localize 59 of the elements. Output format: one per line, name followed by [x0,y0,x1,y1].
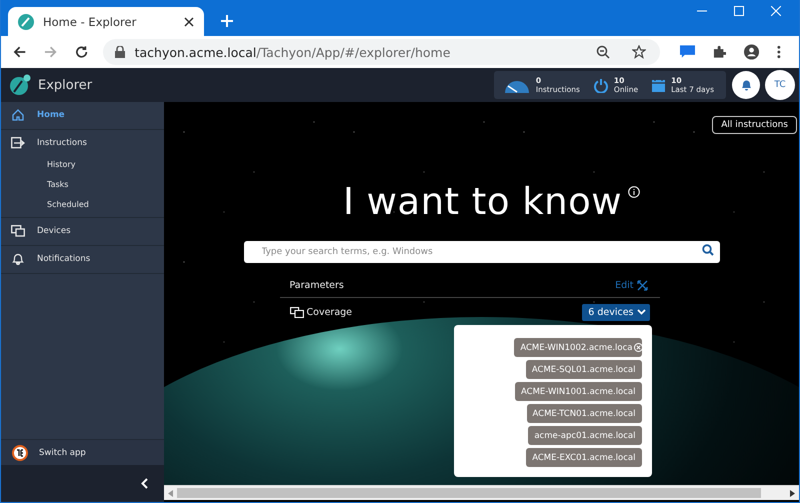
all-instructions-button[interactable]: All instructions [712,116,797,134]
user-avatar[interactable]: TC [765,70,795,100]
collapse-icon[interactable] [141,478,148,489]
sidebar-item[interactable]: Instructions [1,130,164,155]
notifications-button[interactable] [732,71,760,99]
search-icon[interactable] [702,244,714,256]
reload-icon[interactable] [75,45,89,59]
parameters-label: Parameters [290,280,344,290]
edit-link[interactable]: Edit [615,280,634,290]
device-chip[interactable]: ACME-TCN01.acme.local [526,404,642,423]
devices-dropdown[interactable]: 6 devices [582,304,650,320]
app-title: Explorer [38,78,92,92]
devices-icon [11,224,25,236]
switch-app-item[interactable]: Switch app [1,439,164,465]
remove-icon[interactable] [634,343,642,352]
horizontal-scrollbar[interactable] [164,485,799,500]
device-chip[interactable]: ACME-WIN1001.acme.local [514,382,642,401]
chat-icon[interactable] [680,45,695,59]
puzzle-icon[interactable] [712,45,726,59]
profile-icon[interactable] [744,44,760,60]
device-chip[interactable]: ACME-EXC01.acme.local [526,448,642,467]
search-field[interactable]: Type your search terms, e.g. Windows [244,241,720,263]
url-text: tachyon.acme.local/Tachyon/App/#/explorer/home [134,44,450,60]
sidebar-item[interactable]: Devices [1,218,164,243]
device-chip[interactable]: acme-apc01.acme.local [528,426,642,445]
scroll-right-icon[interactable] [790,490,795,496]
sidebar-item[interactable]: Home [1,102,164,127]
info-icon[interactable] [628,186,640,198]
logo-icon [9,74,31,96]
new-tab-icon[interactable] [221,15,233,27]
logo-icon [18,14,34,30]
lock-icon [114,46,125,58]
home-icon [11,108,25,120]
browser-tab[interactable]: Home - Explorer [8,7,204,36]
power-icon [594,78,608,92]
bell-icon [740,79,752,91]
star-icon[interactable] [632,45,646,59]
device-chip[interactable]: ACME-WIN1002.acme.loca [514,338,642,357]
calendar-icon [652,78,666,92]
sidebar-item[interactable]: Notifications [1,246,164,271]
zoom-out-icon[interactable] [596,45,610,59]
bell-icon [11,252,25,264]
close-icon[interactable] [184,16,194,26]
address-bar[interactable]: tachyon.acme.local/Tachyon/App/#/explorer/home [102,39,660,65]
devices-icon [290,306,304,318]
back-icon[interactable] [13,45,26,59]
coverage-label: Coverage [306,306,352,318]
maximize-icon[interactable] [734,6,744,16]
app-logo-icon [12,444,28,460]
instructions-icon [11,136,25,148]
heading: I want to know [342,180,622,223]
menu-icon[interactable] [777,45,781,59]
sidebar-subitem[interactable]: History [1,155,164,175]
edit-icon[interactable] [636,280,648,290]
device-chip[interactable]: ACME-SQL01.acme.local [526,360,642,379]
chevron-down-icon [636,309,646,315]
tab-title: Home - Explorer [43,14,138,28]
sidebar-subitem[interactable]: Scheduled [1,195,164,215]
sidebar-subitem[interactable]: Tasks [1,175,164,195]
